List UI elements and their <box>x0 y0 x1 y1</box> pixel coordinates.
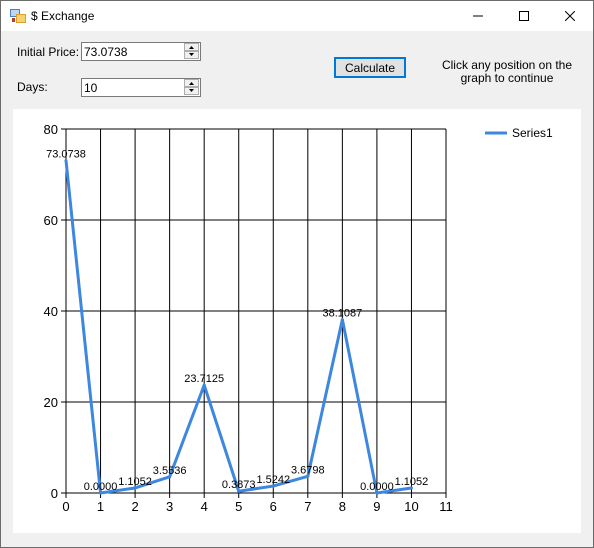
x-tick-label: 10 <box>404 499 418 514</box>
title-bar[interactable]: $ Exchange <box>1 1 593 31</box>
data-label: 0.3873 <box>222 479 256 491</box>
days-down-button[interactable] <box>184 87 199 95</box>
x-tick-label: 4 <box>201 499 208 514</box>
days-up-button[interactable] <box>184 79 199 87</box>
x-tick-label: 2 <box>131 499 138 514</box>
data-label: 3.5536 <box>153 465 187 477</box>
initial-price-down-button[interactable] <box>184 51 199 59</box>
chevron-down-icon <box>189 89 194 92</box>
legend-label: Series1 <box>512 126 553 140</box>
maximize-button[interactable] <box>501 1 547 31</box>
instruction-text: Click any position on the graph to conti… <box>441 58 573 85</box>
chevron-up-icon <box>189 46 194 49</box>
data-label: 0.0000 <box>84 481 118 493</box>
x-tick-label: 7 <box>304 499 311 514</box>
y-tick-label: 80 <box>44 122 58 137</box>
initial-price-input[interactable] <box>84 44 180 59</box>
y-tick-label: 60 <box>44 213 58 228</box>
x-tick-label: 5 <box>235 499 242 514</box>
maximize-icon <box>519 11 529 21</box>
x-tick-label: 1 <box>97 499 104 514</box>
minimize-button[interactable] <box>455 1 501 31</box>
x-tick-label: 6 <box>270 499 277 514</box>
days-stepper[interactable] <box>81 78 201 97</box>
x-tick-label: 11 <box>439 499 453 514</box>
days-input[interactable] <box>84 80 180 95</box>
chart-area[interactable]: 0 1 2 3 4 5 6 7 8 9 10 11 0 20 40 60 80 73.0738 0.0000 1.10… <box>13 109 581 533</box>
data-label: 23.7125 <box>184 373 224 385</box>
initial-price-label: Initial Price: <box>17 45 80 59</box>
data-label: 1.1052 <box>395 476 429 488</box>
days-label: Days: <box>17 80 48 94</box>
x-tick-label: 9 <box>373 499 380 514</box>
y-tick-label: 0 <box>51 486 58 501</box>
y-tick-label: 20 <box>44 395 58 410</box>
minimize-icon <box>473 15 483 17</box>
window-title: $ Exchange <box>31 9 95 23</box>
x-tick-label: 8 <box>339 499 346 514</box>
y-tick-label: 40 <box>44 304 58 319</box>
x-tick-label: 0 <box>62 499 69 514</box>
line-chart[interactable]: 0 1 2 3 4 5 6 7 8 9 10 1102040608073.07380.0000 1.10… <box>13 109 581 533</box>
data-label: 73.0738 <box>46 149 86 161</box>
chevron-down-icon <box>189 53 194 56</box>
data-label: 1.5242 <box>256 474 290 486</box>
app-icon <box>10 9 26 23</box>
chevron-up-icon <box>189 82 194 85</box>
main-window: $ Exchange Initial Price: Days: Calculat… <box>0 0 594 548</box>
data-label: 38.1087 <box>322 308 362 320</box>
data-label: 1.1052 <box>118 476 152 488</box>
initial-price-stepper[interactable] <box>81 42 201 61</box>
data-label: 0.0000 <box>360 481 394 493</box>
x-tick-label: 3 <box>166 499 173 514</box>
calculate-button[interactable]: Calculate <box>334 57 406 78</box>
initial-price-up-button[interactable] <box>184 43 199 51</box>
close-icon <box>565 11 575 21</box>
data-label: 3.6798 <box>291 464 325 476</box>
close-button[interactable] <box>547 1 593 31</box>
